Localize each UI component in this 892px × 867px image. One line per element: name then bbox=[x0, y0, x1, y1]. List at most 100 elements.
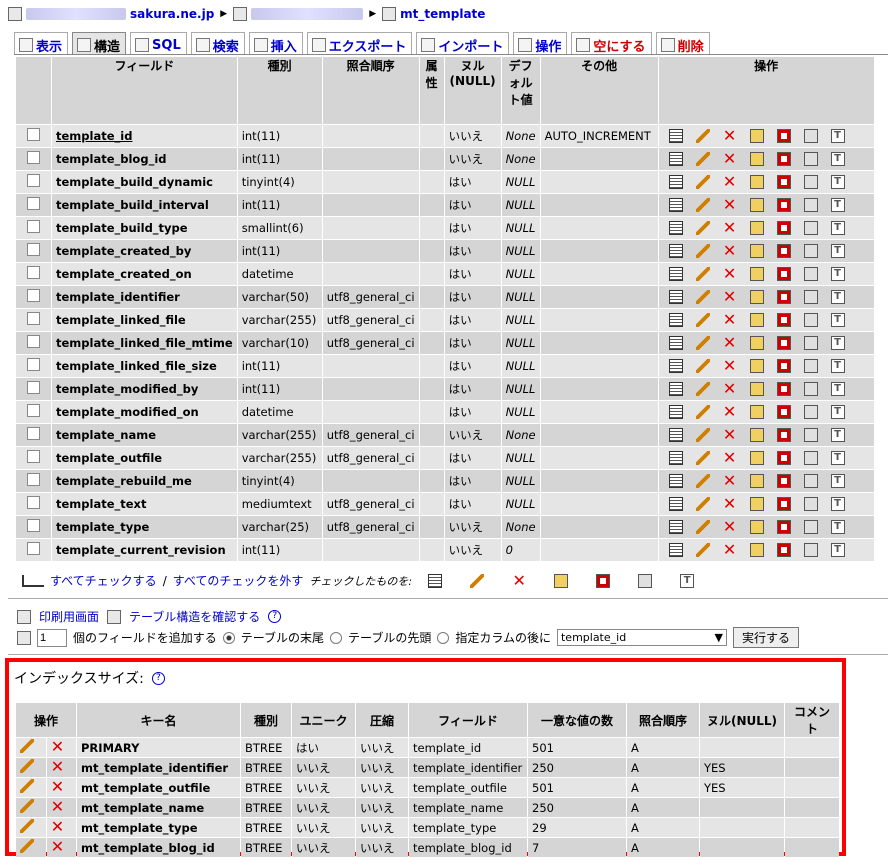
edit-icon[interactable] bbox=[695, 198, 710, 212]
row-checkbox[interactable] bbox=[27, 289, 40, 302]
row-checkbox[interactable] bbox=[27, 473, 40, 486]
primary-key-icon[interactable] bbox=[749, 198, 764, 212]
browse-icon[interactable] bbox=[668, 129, 683, 143]
tab-2[interactable]: SQL bbox=[130, 32, 187, 55]
index-icon[interactable] bbox=[803, 405, 818, 419]
edit-icon[interactable] bbox=[695, 221, 710, 235]
browse-icon[interactable] bbox=[668, 198, 683, 212]
delete-icon[interactable]: ✕ bbox=[723, 381, 737, 397]
fulltext-icon[interactable]: T bbox=[830, 474, 845, 488]
edit-icon[interactable] bbox=[695, 428, 710, 442]
unique-icon[interactable] bbox=[776, 313, 791, 327]
breadcrumb-server[interactable]: sakura.ne.jp bbox=[130, 7, 214, 21]
radio-begin[interactable] bbox=[330, 631, 343, 644]
browse-icon[interactable] bbox=[668, 359, 683, 373]
unique-icon[interactable] bbox=[776, 382, 791, 396]
browse-icon[interactable] bbox=[668, 428, 683, 442]
index-icon[interactable] bbox=[803, 359, 818, 373]
fulltext-icon[interactable]: T bbox=[830, 497, 845, 511]
primary-key-icon[interactable] bbox=[749, 497, 764, 511]
row-checkbox[interactable] bbox=[27, 427, 40, 440]
bulk-unique-icon[interactable] bbox=[596, 573, 611, 588]
index-icon[interactable] bbox=[803, 428, 818, 442]
bulk-index-icon[interactable] bbox=[638, 573, 653, 588]
delete-icon[interactable]: ✕ bbox=[51, 819, 65, 835]
delete-icon[interactable]: ✕ bbox=[723, 427, 737, 443]
fulltext-icon[interactable]: T bbox=[830, 451, 845, 465]
row-checkbox[interactable] bbox=[27, 450, 40, 463]
tab-4[interactable]: 挿入 bbox=[248, 32, 303, 55]
index-icon[interactable] bbox=[803, 129, 818, 143]
edit-icon[interactable] bbox=[20, 839, 34, 853]
delete-icon[interactable]: ✕ bbox=[723, 450, 737, 466]
help-icon[interactable]: ? bbox=[151, 671, 165, 685]
unique-icon[interactable] bbox=[776, 267, 791, 281]
edit-icon[interactable] bbox=[20, 739, 34, 753]
row-checkbox[interactable] bbox=[27, 197, 40, 210]
delete-icon[interactable]: ✕ bbox=[51, 779, 65, 795]
edit-icon[interactable] bbox=[695, 290, 710, 304]
index-icon[interactable] bbox=[803, 497, 818, 511]
edit-icon[interactable] bbox=[20, 779, 34, 793]
fulltext-icon[interactable]: T bbox=[830, 313, 845, 327]
index-icon[interactable] bbox=[803, 244, 818, 258]
primary-key-icon[interactable] bbox=[749, 290, 764, 304]
delete-icon[interactable]: ✕ bbox=[723, 243, 737, 259]
browse-icon[interactable] bbox=[668, 244, 683, 258]
edit-icon[interactable] bbox=[695, 359, 710, 373]
primary-key-icon[interactable] bbox=[749, 405, 764, 419]
primary-key-icon[interactable] bbox=[749, 175, 764, 189]
primary-key-icon[interactable] bbox=[749, 152, 764, 166]
radio-after[interactable] bbox=[437, 631, 450, 644]
fulltext-icon[interactable]: T bbox=[830, 520, 845, 534]
unique-icon[interactable] bbox=[776, 336, 791, 350]
row-checkbox[interactable] bbox=[27, 312, 40, 325]
row-checkbox[interactable] bbox=[27, 243, 40, 256]
index-icon[interactable] bbox=[803, 336, 818, 350]
primary-key-icon[interactable] bbox=[749, 520, 764, 534]
primary-key-icon[interactable] bbox=[749, 382, 764, 396]
fulltext-icon[interactable]: T bbox=[830, 129, 845, 143]
delete-icon[interactable]: ✕ bbox=[723, 197, 737, 213]
edit-icon[interactable] bbox=[20, 799, 34, 813]
delete-icon[interactable]: ✕ bbox=[723, 519, 737, 535]
unique-icon[interactable] bbox=[776, 221, 791, 235]
delete-icon[interactable]: ✕ bbox=[723, 151, 737, 167]
unique-icon[interactable] bbox=[776, 152, 791, 166]
delete-icon[interactable]: ✕ bbox=[723, 312, 737, 328]
edit-icon[interactable] bbox=[695, 267, 710, 281]
row-checkbox[interactable] bbox=[27, 151, 40, 164]
fulltext-icon[interactable]: T bbox=[830, 198, 845, 212]
primary-key-icon[interactable] bbox=[749, 451, 764, 465]
uncheck-all-link[interactable]: すべてのチェックを外す bbox=[173, 572, 304, 589]
delete-icon[interactable]: ✕ bbox=[723, 266, 737, 282]
primary-key-icon[interactable] bbox=[749, 543, 764, 557]
delete-icon[interactable]: ✕ bbox=[51, 799, 65, 815]
bulk-fulltext-icon[interactable]: T bbox=[680, 573, 695, 588]
row-checkbox[interactable] bbox=[27, 358, 40, 371]
index-icon[interactable] bbox=[803, 175, 818, 189]
row-checkbox[interactable] bbox=[27, 542, 40, 555]
delete-icon[interactable]: ✕ bbox=[723, 128, 737, 144]
primary-key-icon[interactable] bbox=[749, 359, 764, 373]
primary-key-icon[interactable] bbox=[749, 428, 764, 442]
index-icon[interactable] bbox=[803, 451, 818, 465]
propose-structure-link[interactable]: テーブル構造を確認する bbox=[129, 608, 260, 625]
primary-key-icon[interactable] bbox=[749, 267, 764, 281]
browse-icon[interactable] bbox=[668, 290, 683, 304]
browse-icon[interactable] bbox=[668, 497, 683, 511]
delete-icon[interactable]: ✕ bbox=[723, 358, 737, 374]
primary-key-icon[interactable] bbox=[749, 129, 764, 143]
delete-icon[interactable]: ✕ bbox=[723, 335, 737, 351]
index-icon[interactable] bbox=[803, 313, 818, 327]
edit-icon[interactable] bbox=[695, 244, 710, 258]
row-checkbox[interactable] bbox=[27, 335, 40, 348]
print-view-link[interactable]: 印刷用画面 bbox=[39, 608, 99, 625]
browse-icon[interactable] bbox=[668, 336, 683, 350]
row-checkbox[interactable] bbox=[27, 220, 40, 233]
tab-9[interactable]: 削除 bbox=[655, 32, 710, 55]
unique-icon[interactable] bbox=[776, 290, 791, 304]
breadcrumb-table[interactable]: mt_template bbox=[400, 7, 485, 21]
delete-icon[interactable]: ✕ bbox=[723, 404, 737, 420]
bulk-browse-icon[interactable] bbox=[428, 573, 443, 588]
